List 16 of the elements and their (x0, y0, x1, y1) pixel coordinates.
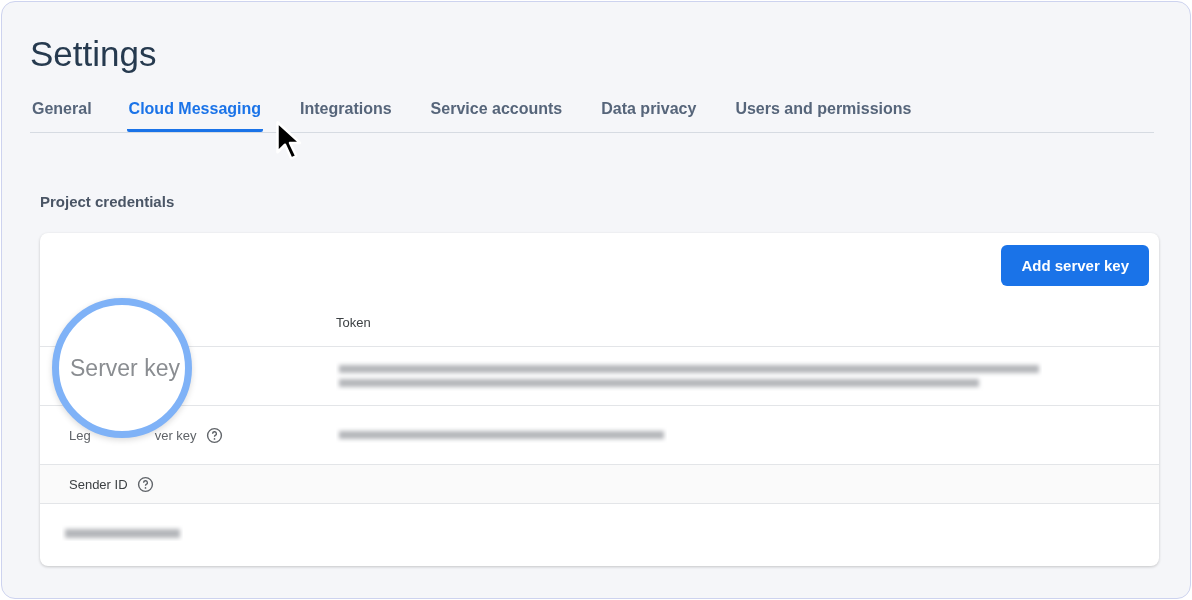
column-header: Token (336, 314, 371, 330)
add-server-key-button[interactable]: Add server key (1001, 245, 1149, 286)
help-icon[interactable] (136, 475, 154, 493)
tab[interactable]: Cloud Messaging (126, 96, 264, 132)
row-label: Leg (69, 427, 91, 443)
tab[interactable]: Data privacy (599, 96, 699, 132)
help-icon[interactable] (205, 426, 223, 444)
page-title: Settings (30, 33, 158, 75)
tab[interactable]: Users and permissions (733, 96, 914, 132)
section-title: Project credentials (40, 193, 176, 210)
row-label: ver key (154, 427, 197, 443)
magnified-label: Server key (70, 354, 180, 382)
row-label: Sender ID (69, 476, 128, 492)
tab[interactable]: Service accounts (428, 96, 565, 132)
tab[interactable]: General (30, 96, 94, 132)
tab[interactable]: Integrations (298, 96, 394, 132)
